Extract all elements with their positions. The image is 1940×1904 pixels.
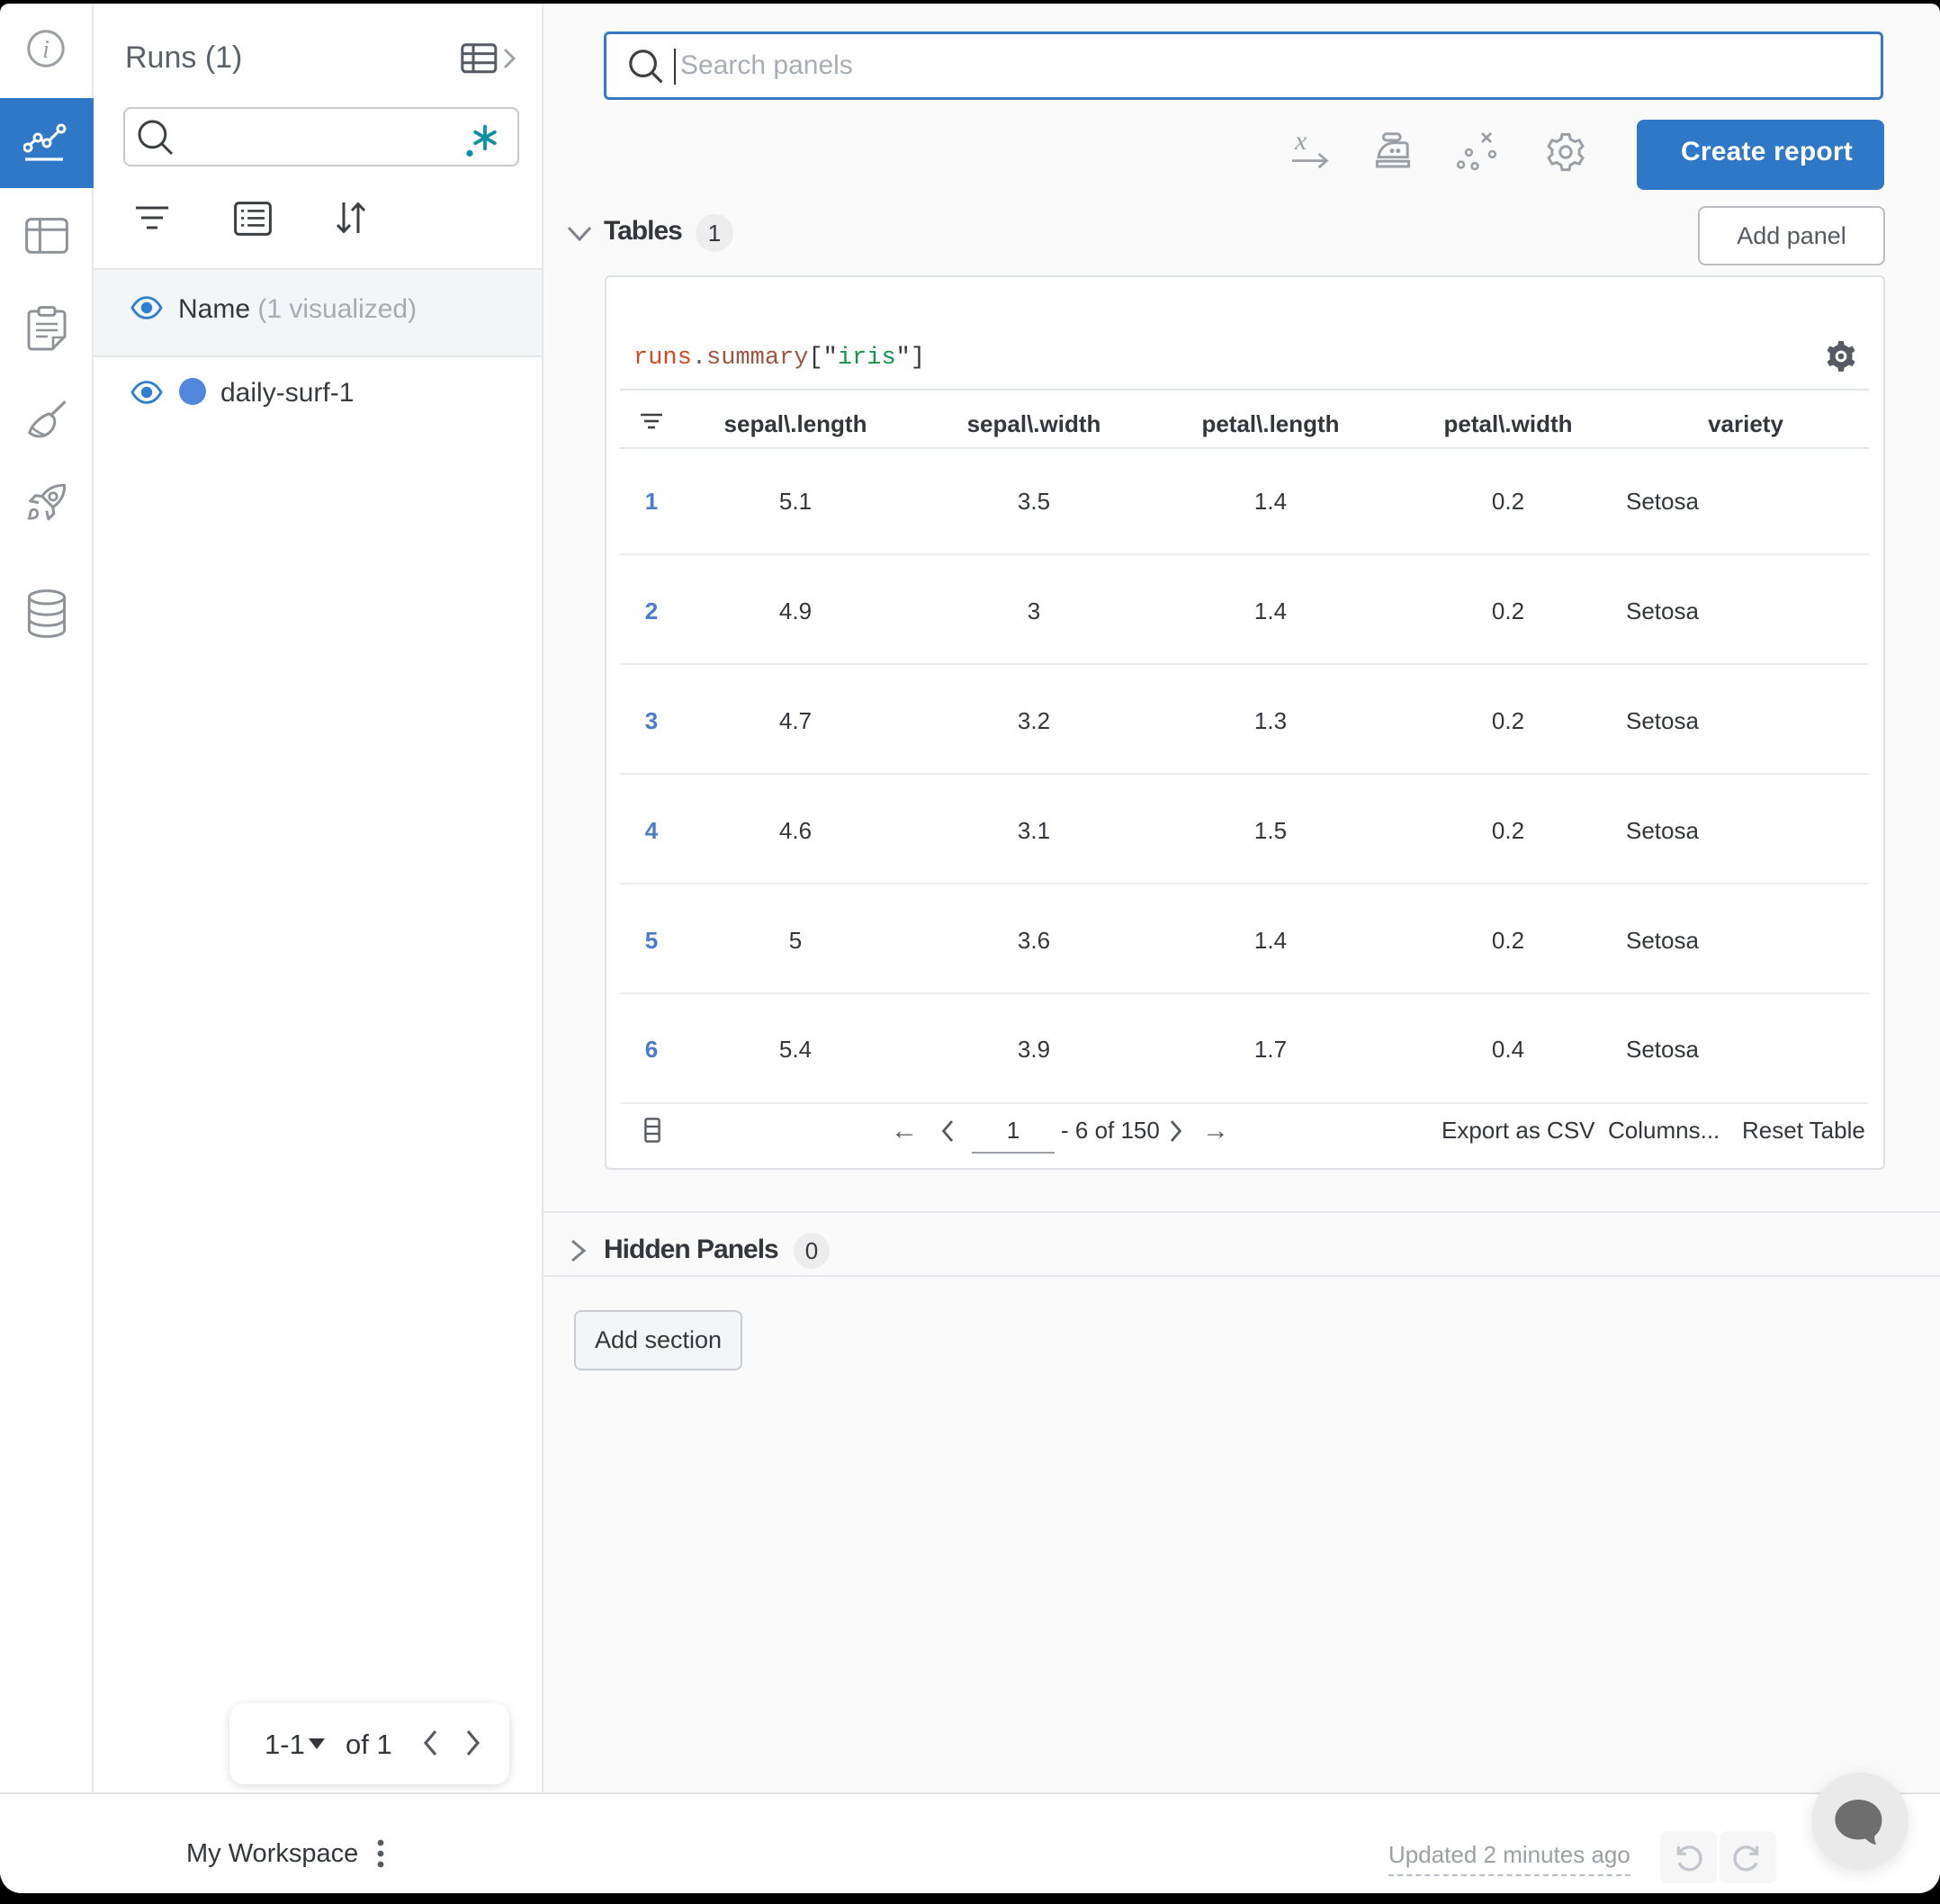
svg-text:i: i — [42, 36, 49, 64]
svg-text:x: x — [1294, 127, 1307, 156]
